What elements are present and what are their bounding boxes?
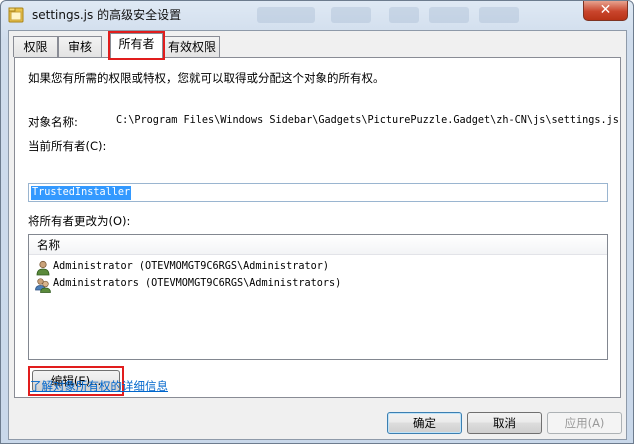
object-name-label: 对象名称: xyxy=(28,115,78,129)
owner-name: Administrator (OTEVMOMGT9C6RGS\Administr… xyxy=(53,261,330,272)
list-item[interactable]: Administrator (OTEVMOMGT9C6RGS\Administr… xyxy=(33,260,603,277)
group-icon xyxy=(35,278,51,293)
tab-permissions[interactable]: 权限 xyxy=(13,36,58,57)
change-owner-label: 将所有者更改为(O): xyxy=(28,214,131,228)
background-ghost xyxy=(429,7,469,23)
folder-icon xyxy=(8,7,24,23)
background-ghost xyxy=(479,7,519,23)
current-owner-field[interactable]: TrustedInstaller xyxy=(28,183,608,202)
window-title: settings.js 的高级安全设置 xyxy=(32,8,182,22)
current-owner-label: 当前所有者(C): xyxy=(28,139,107,153)
advanced-security-dialog: settings.js 的高级安全设置 ✕ 权限 审核 所有者 有效权限 如果您… xyxy=(0,0,634,444)
dialog-body: 权限 审核 所有者 有效权限 如果您有所需的权限或特权，您就可以取得或分配这个对… xyxy=(8,30,627,440)
list-item[interactable]: Administrators (OTEVMOMGT9C6RGS\Administ… xyxy=(33,277,603,294)
column-header-name[interactable]: 名称 xyxy=(29,235,607,255)
user-icon xyxy=(36,260,50,276)
intro-text: 如果您有所需的权限或特权，您就可以取得或分配这个对象的所有权。 xyxy=(28,71,385,85)
background-ghost xyxy=(257,7,315,23)
close-icon: ✕ xyxy=(599,2,612,18)
tab-auditing[interactable]: 审核 xyxy=(58,36,102,57)
title-bar[interactable]: settings.js 的高级安全设置 ✕ xyxy=(1,1,633,29)
background-ghost xyxy=(389,7,419,23)
close-button[interactable]: ✕ xyxy=(583,1,628,21)
cancel-button[interactable]: 取消 xyxy=(467,412,542,434)
apply-button[interactable]: 应用(A) xyxy=(547,412,622,434)
background-ghost xyxy=(331,7,371,23)
ok-button[interactable]: 确定 xyxy=(387,412,462,434)
owner-panel: 如果您有所需的权限或特权，您就可以取得或分配这个对象的所有权。 对象名称: C:… xyxy=(14,57,621,398)
learn-more-link[interactable]: 了解对象所有权的详细信息 xyxy=(30,378,168,394)
owner-list[interactable]: 名称 Administrator (OTEVMOMGT9C6RGS\Admini… xyxy=(28,234,608,360)
tab-owner[interactable]: 所有者 xyxy=(110,33,163,58)
owner-name: Administrators (OTEVMOMGT9C6RGS\Administ… xyxy=(53,278,342,289)
tab-effective-permissions[interactable]: 有效权限 xyxy=(164,36,220,57)
current-owner-value: TrustedInstaller xyxy=(31,186,132,200)
object-name-value: C:\Program Files\Windows Sidebar\Gadgets… xyxy=(116,115,619,126)
